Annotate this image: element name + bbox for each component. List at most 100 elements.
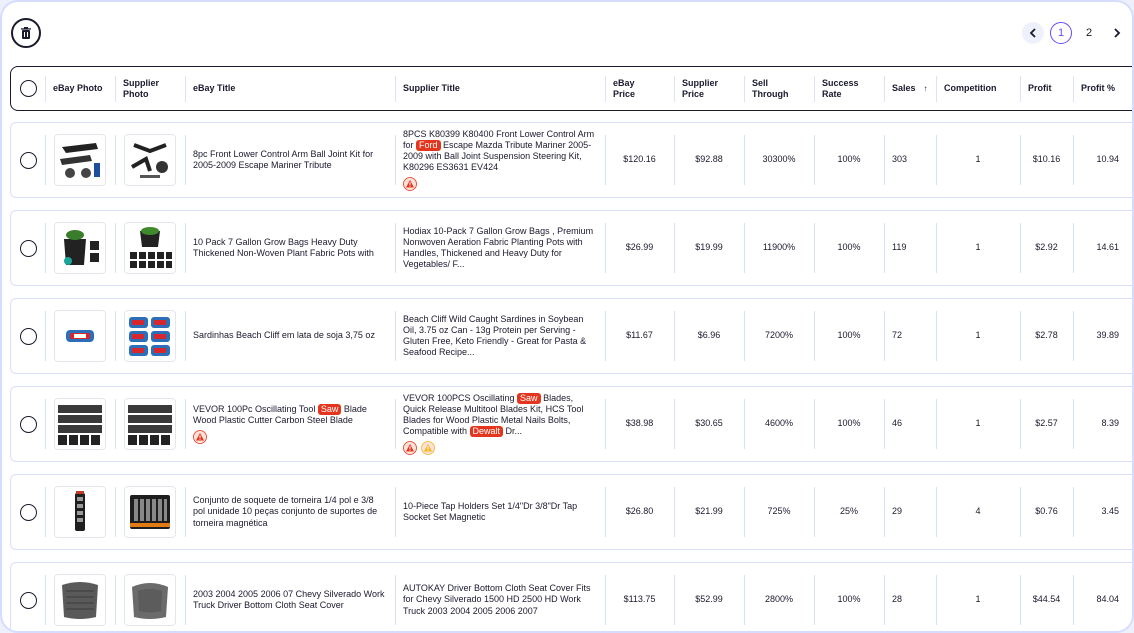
ebay-price: $11.67: [626, 330, 653, 341]
supplier-photo[interactable]: [124, 486, 176, 538]
ebay-title-cell[interactable]: 2003 2004 2005 2006 07 Chevy Silverado W…: [185, 563, 395, 631]
prev-page-button[interactable]: [1022, 22, 1044, 44]
warning-red-icon: [403, 441, 417, 456]
ebay_title-text: 10 Pack 7 Gallon Grow Bags Heavy Duty Th…: [193, 236, 374, 258]
supplier_title-text: Beach Cliff Wild Caught Sardines in Soyb…: [403, 313, 587, 358]
row-select-radio[interactable]: [19, 151, 37, 169]
supplier-price: $6.96: [697, 330, 721, 341]
table-row[interactable]: 8pc Front Lower Control Arm Ball Joint K…: [10, 122, 1132, 198]
supplier-title-cell[interactable]: 8PCS K80399 K80400 Front Lower Control A…: [395, 123, 605, 197]
success-rate: 100%: [837, 154, 861, 165]
keyword-tag: Ford: [416, 139, 441, 151]
profit: $2.57: [1035, 418, 1058, 429]
row-select-radio[interactable]: [19, 327, 37, 345]
sell-through: 30300%: [762, 154, 796, 165]
ebay-title-cell[interactable]: Sardinhas Beach Cliff em lata de soja 3,…: [185, 299, 395, 373]
competition: 1: [975, 242, 981, 253]
col-sell-through[interactable]: Sell Through: [744, 67, 789, 110]
ebay-photo[interactable]: [54, 222, 106, 274]
table-row[interactable]: 10 Pack 7 Gallon Grow Bags Heavy Duty Th…: [10, 210, 1132, 286]
ebay-title-cell[interactable]: Conjunto de soquete de torneira 1/4 pol …: [185, 475, 395, 549]
supplier_title-text: AUTOKAY Driver Bottom Cloth Seat Cover F…: [403, 583, 591, 616]
ebay-photo[interactable]: [54, 398, 106, 450]
ebay-price: $26.99: [625, 242, 654, 253]
competition: 1: [975, 418, 981, 429]
row-select-radio[interactable]: [19, 239, 37, 257]
ebay-price: $38.98: [625, 418, 654, 429]
col-ebay-title[interactable]: eBay Title: [185, 67, 395, 110]
supplier_title-text: 8PCS K80399 K80400 Front Lower Control A…: [403, 128, 595, 173]
ebay-photo[interactable]: [54, 574, 106, 626]
supplier-photo[interactable]: [124, 310, 176, 362]
pagination: 1 2: [1022, 22, 1128, 44]
profit-pct: 8.39: [1101, 418, 1119, 429]
table-row[interactable]: Sardinhas Beach Cliff em lata de soja 3,…: [10, 298, 1132, 374]
supplier-title-cell[interactable]: 10-Piece Tap Holders Set 1/4"Dr 3/8"Dr T…: [395, 475, 605, 549]
ebay-photo[interactable]: [54, 134, 106, 186]
next-page-button[interactable]: [1106, 22, 1128, 44]
supplier-title-cell[interactable]: Beach Cliff Wild Caught Sardines in Soyb…: [395, 299, 605, 373]
sell-through: 4600%: [764, 418, 794, 429]
profit-pct: 84.04: [1096, 594, 1119, 605]
row-select-radio[interactable]: [19, 503, 37, 521]
table-row[interactable]: 2003 2004 2005 2006 07 Chevy Silverado W…: [10, 562, 1132, 631]
supplier-title-cell[interactable]: VEVOR 100PCS Oscillating Saw Blades, Qui…: [395, 387, 605, 461]
ebay-photo[interactable]: [54, 310, 106, 362]
row-select-radio[interactable]: [19, 415, 37, 433]
keyword-tag: Saw: [317, 403, 342, 415]
supplier-photo[interactable]: [124, 222, 176, 274]
sales: 29: [892, 506, 903, 517]
col-supplier-price[interactable]: Supplier Price: [674, 67, 724, 110]
col-competition[interactable]: Competition: [936, 67, 1021, 110]
ebay-price: $113.75: [623, 594, 656, 605]
supplier-price: $92.88: [695, 154, 723, 165]
ebay-title-cell[interactable]: VEVOR 100Pc Oscillating Tool Saw Blade W…: [185, 387, 395, 461]
supplier-title-cell[interactable]: Hodiax 10-Pack 7 Gallon Grow Bags , Prem…: [395, 211, 605, 285]
warning-red-icon: [403, 177, 417, 192]
col-profit-pct[interactable]: Profit %: [1073, 67, 1132, 110]
ebay-price: $120.16: [623, 154, 656, 165]
profit: $44.54: [1032, 594, 1061, 605]
supplier-price: $52.99: [695, 594, 723, 605]
col-sales[interactable]: Sales ↑: [884, 67, 939, 110]
supplier_title-text: VEVOR 100PCS Oscillating Saw Blades, Qui…: [403, 392, 584, 438]
ebay-photo[interactable]: [54, 486, 106, 538]
col-profit[interactable]: Profit: [1020, 67, 1075, 110]
success-rate: 100%: [837, 242, 861, 253]
ebay_title-text: 8pc Front Lower Control Arm Ball Joint K…: [193, 148, 374, 170]
ebay-title-cell[interactable]: 8pc Front Lower Control Arm Ball Joint K…: [185, 123, 395, 197]
table-row[interactable]: VEVOR 100Pc Oscillating Tool Saw Blade W…: [10, 386, 1132, 462]
chevron-right-icon: [1114, 28, 1121, 38]
ebay-title-cell[interactable]: 10 Pack 7 Gallon Grow Bags Heavy Duty Th…: [185, 211, 395, 285]
success-rate: 100%: [837, 418, 861, 429]
supplier_title-text: Hodiax 10-Pack 7 Gallon Grow Bags , Prem…: [403, 225, 594, 270]
sales: 303: [892, 154, 908, 165]
sales: 72: [892, 330, 903, 341]
supplier-price: $21.99: [695, 506, 723, 517]
table-row[interactable]: Conjunto de soquete de torneira 1/4 pol …: [10, 474, 1132, 550]
col-supplier-photo[interactable]: Supplier Photo: [115, 67, 165, 110]
col-success-rate[interactable]: Success Rate: [814, 67, 859, 110]
col-ebay-photo[interactable]: eBay Photo: [45, 67, 115, 110]
supplier-photo[interactable]: [124, 574, 176, 626]
col-ebay-price[interactable]: eBay Price: [605, 67, 650, 110]
ebay_title-text: Conjunto de soquete de torneira 1/4 pol …: [193, 495, 378, 528]
competition: 1: [975, 330, 981, 341]
col-supplier-title[interactable]: Supplier Title: [395, 67, 605, 110]
supplier-photo[interactable]: [124, 134, 176, 186]
col-sales-label: Sales: [892, 83, 916, 93]
profit-pct: 10.94: [1096, 154, 1119, 165]
ebay_title-text: 2003 2004 2005 2006 07 Chevy Silverado W…: [193, 588, 385, 610]
sell-through: 725%: [767, 506, 791, 517]
delete-button[interactable]: [11, 18, 41, 48]
row-select-radio[interactable]: [19, 591, 37, 609]
supplier-title-cell[interactable]: AUTOKAY Driver Bottom Cloth Seat Cover F…: [395, 563, 605, 631]
select-all-radio[interactable]: [19, 80, 37, 97]
page-1-button[interactable]: 1: [1050, 22, 1072, 44]
supplier-photo[interactable]: [124, 398, 176, 450]
sort-asc-icon: ↑: [923, 84, 928, 93]
sales: 119: [892, 242, 907, 253]
sell-through: 7200%: [764, 330, 794, 341]
page-2-button[interactable]: 2: [1078, 22, 1100, 44]
ebay_title-text: Sardinhas Beach Cliff em lata de soja 3,…: [193, 330, 375, 341]
